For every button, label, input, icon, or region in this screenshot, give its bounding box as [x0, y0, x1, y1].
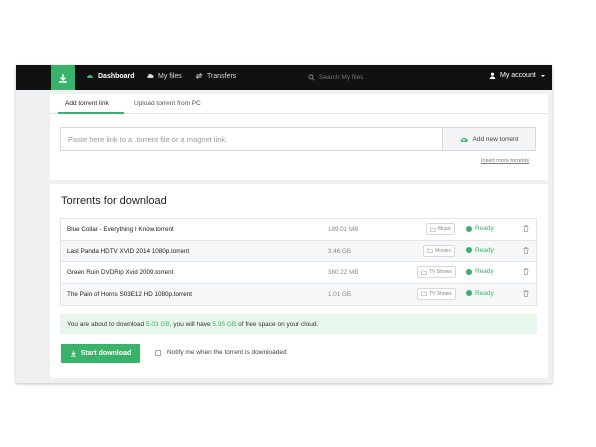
torrent-name: Last Panda HDTV XVID 2014 1080p.torrent: [67, 247, 190, 255]
add-torrent-panel: Add torrent link Upload torrent from PC …: [50, 94, 548, 180]
active-tab-indicator: [58, 112, 124, 114]
trash-icon[interactable]: [523, 246, 529, 254]
status-label: Ready: [475, 268, 494, 275]
folder-icon: [421, 291, 427, 296]
account-menu[interactable]: My account: [489, 72, 546, 79]
folder-icon: [421, 270, 427, 275]
download-summary-notice: You are about to download 5.03 GB , you …: [60, 314, 537, 334]
torrent-link-input[interactable]: Paste here link to a .torrent file or a …: [60, 127, 442, 151]
category-label: TV Shows: [429, 269, 452, 275]
category-badge[interactable]: TV Shows: [417, 287, 456, 300]
status-badge: Ready: [466, 268, 494, 275]
status-dot: [466, 247, 472, 253]
cloud-icon: [147, 73, 154, 78]
torrent-name: Blue Collar - Everything I Know.torrent: [67, 226, 174, 233]
start-download-button[interactable]: Start download: [61, 344, 140, 363]
torrents-panel: Torrents for download Blue Collar - Ever…: [50, 184, 548, 378]
torrent-size: 189.01 MB: [328, 226, 359, 233]
category-label: Movies: [435, 247, 451, 254]
gauge-icon: [87, 75, 93, 78]
nav-my-files-label: My files: [158, 72, 182, 80]
app-window: Dashboard My files Transfers Search My f…: [16, 65, 552, 383]
torrent-name: Green Ruin DVDRip Xvid 2009.torrent: [67, 269, 174, 276]
torrent-name: The Pain of Horns S03E12 HD 1080p.torren…: [67, 290, 192, 298]
category-badge[interactable]: TV Shows: [417, 266, 456, 278]
notice-suffix: of free space on your cloud.: [236, 320, 319, 328]
category-label: Music: [438, 226, 452, 232]
notice-free-space: 5.95 GB: [212, 320, 237, 328]
status-badge: Ready: [466, 247, 494, 254]
add-new-torrent-button[interactable]: Add new torrent: [442, 127, 536, 151]
table-row[interactable]: Green Ruin DVDRip Xvid 2009.torrent 380.…: [61, 262, 536, 284]
status-badge: Ready: [466, 225, 494, 232]
tab-upload-torrent[interactable]: Upload torrent from PC: [134, 100, 201, 107]
table-row[interactable]: Last Panda HDTV XVID 2014 1080p.torrent …: [61, 240, 536, 262]
trash-icon[interactable]: [523, 268, 529, 275]
chevron-down-icon: [540, 74, 545, 77]
category-label: TV Shows: [429, 290, 452, 297]
tab-add-torrent-link[interactable]: Add torrent link: [65, 100, 109, 107]
table-row[interactable]: The Pain of Horns S03E12 HD 1080p.torren…: [61, 283, 536, 305]
folder-icon: [427, 248, 433, 253]
torrent-link-placeholder: Paste here link to a .torrent file or a …: [68, 134, 228, 144]
start-download-label: Start download: [80, 350, 132, 357]
torrent-size: 1.01 GB: [328, 290, 352, 298]
add-torrent-tabs: Add torrent link Upload torrent from PC: [50, 94, 548, 114]
nav-dashboard[interactable]: Dashboard: [86, 72, 135, 80]
app-logo[interactable]: [51, 65, 75, 90]
nav-transfers[interactable]: Transfers: [195, 72, 236, 80]
top-navigation-bar: Dashboard My files Transfers Search My f…: [16, 65, 552, 90]
status-label: Ready: [475, 246, 494, 254]
nav-my-files[interactable]: My files: [146, 72, 182, 80]
torrents-table: Blue Collar - Everything I Know.torrent …: [60, 218, 537, 306]
status-dot: [466, 225, 472, 232]
trash-icon[interactable]: [523, 225, 529, 232]
nav-transfers-label: Transfers: [207, 72, 237, 80]
folder-icon: [430, 227, 436, 232]
section-title: Torrents for download: [61, 195, 167, 207]
status-dot: [466, 268, 472, 275]
notify-checkbox[interactable]: [155, 349, 161, 356]
search-icon: [308, 73, 315, 81]
user-icon: [489, 72, 496, 79]
download-icon: [70, 350, 76, 357]
add-new-torrent-label: Add new torrent: [472, 135, 519, 143]
account-label: My account: [500, 72, 536, 79]
insert-more-torrents-link[interactable]: Insert more torrents: [481, 158, 529, 164]
category-badge[interactable]: Music: [426, 223, 456, 235]
notice-prefix: You are about to download: [67, 320, 146, 328]
status-label: Ready: [475, 225, 494, 232]
torrent-size: 3.46 GB: [328, 247, 352, 255]
transfer-arrows-icon: [195, 73, 203, 79]
status-badge: Ready: [466, 290, 494, 297]
status-dot: [466, 290, 472, 296]
category-badge[interactable]: Movies: [423, 244, 455, 257]
table-row[interactable]: Blue Collar - Everything I Know.torrent …: [61, 219, 536, 241]
notice-middle: , you will have: [169, 320, 213, 328]
status-label: Ready: [475, 289, 494, 297]
notice-download-size: 5.03 GB: [145, 320, 170, 328]
search-box[interactable]: Search My files: [308, 71, 398, 83]
nav-dashboard-label: Dashboard: [98, 72, 135, 80]
trash-icon[interactable]: [523, 289, 529, 297]
notify-label: Notify me when the torrent is downloaded: [167, 349, 287, 356]
search-input[interactable]: Search My files: [319, 74, 363, 81]
download-arrow-icon: [59, 73, 67, 83]
torrent-size: 380.22 MB: [328, 269, 359, 276]
cloud-upload-icon: [460, 137, 468, 142]
notify-option[interactable]: Notify me when the torrent is downloaded: [155, 349, 287, 356]
